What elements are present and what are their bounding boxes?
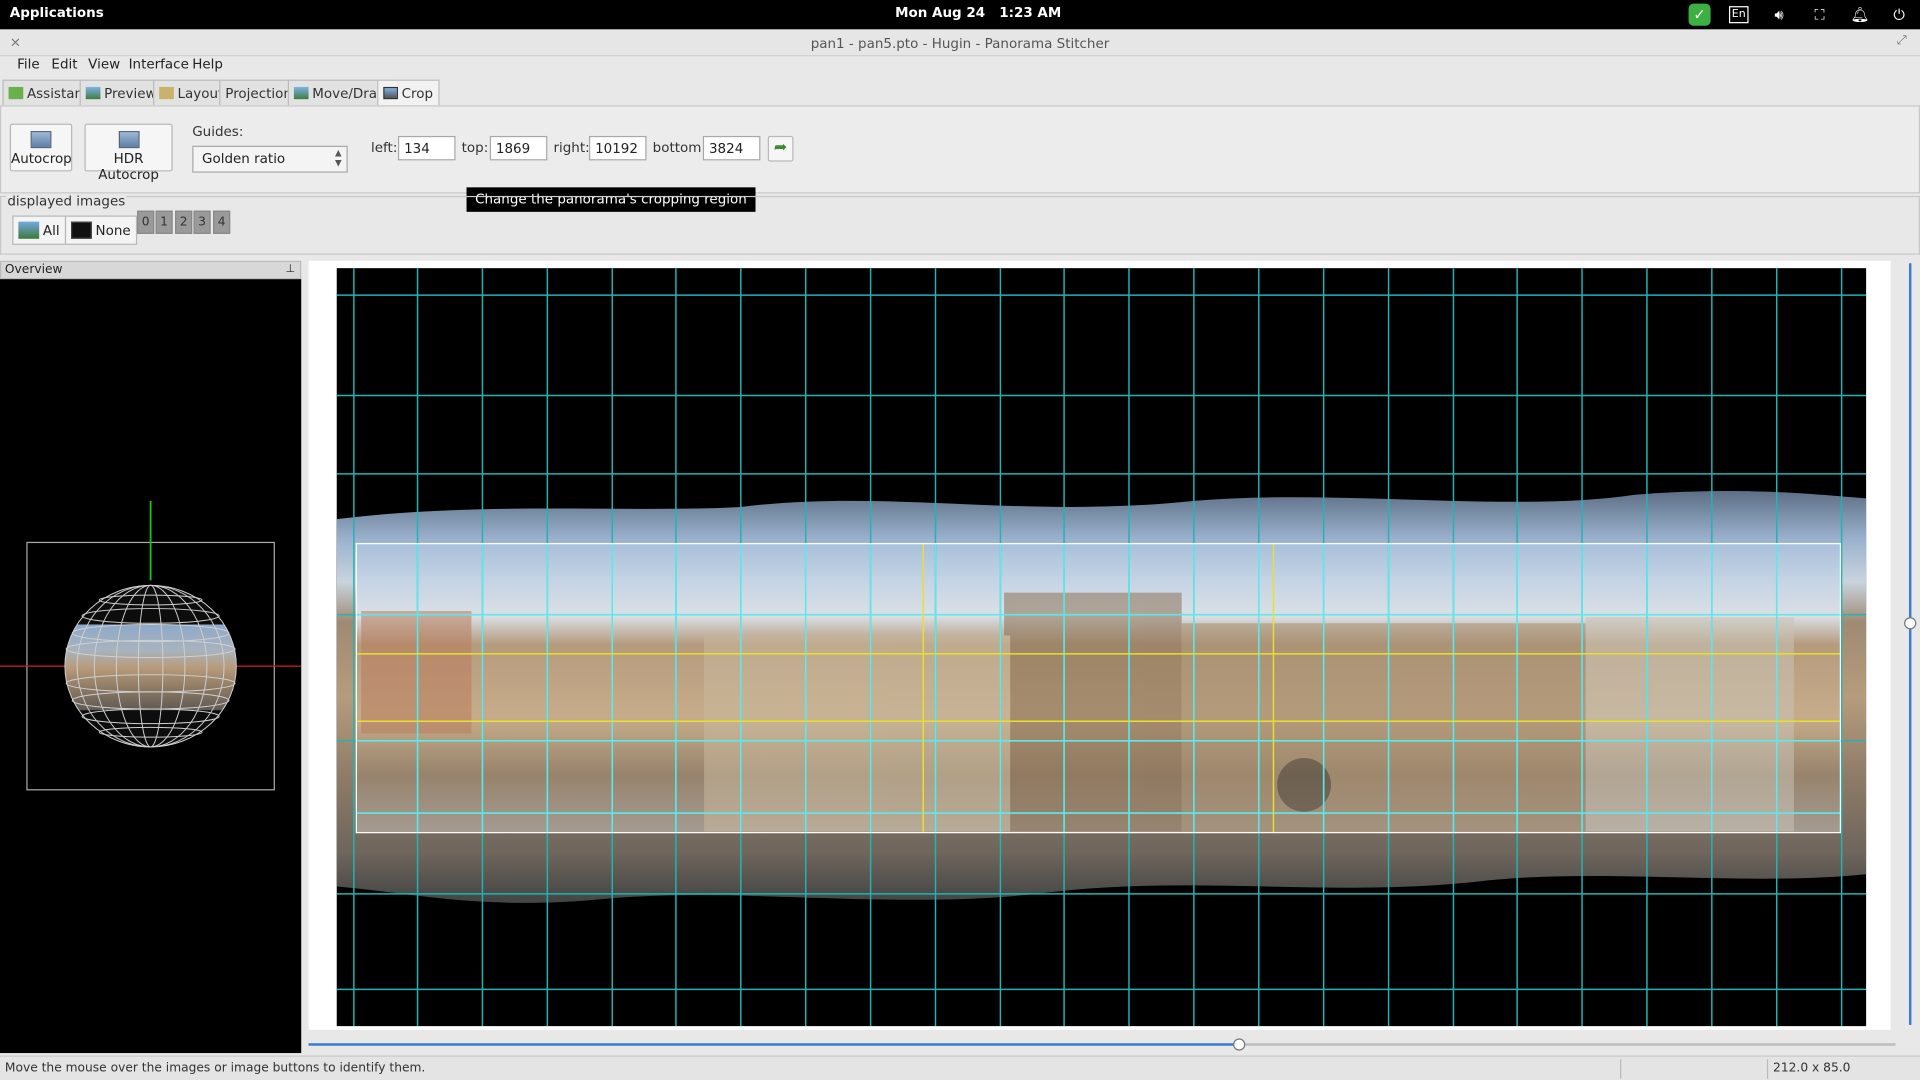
panorama-canvas[interactable] [336, 268, 1867, 1027]
layout-icon [159, 86, 174, 100]
tab-move-drag[interactable]: Move/Drag [287, 79, 392, 106]
none-label: None [95, 222, 131, 239]
status-size: 212.0 x 85.0 [1773, 1061, 1851, 1076]
no-images-icon [71, 221, 92, 239]
network-icon[interactable]: ⛶ [1809, 4, 1831, 26]
menu-file[interactable]: File [17, 56, 40, 72]
hdr-autocrop-button[interactable]: HDR Autocrop [84, 123, 173, 182]
window-title: pan1 - pan5.pto - Hugin - Panorama Stitc… [810, 35, 1110, 52]
tab-label: Move/Drag [312, 85, 386, 102]
tab-label: Preview [104, 85, 157, 102]
image-toggle-0[interactable]: 0 [137, 210, 155, 234]
tab-label: Crop [401, 85, 434, 102]
sphere-image [64, 585, 237, 747]
menu-interface[interactable]: Interface [129, 56, 189, 72]
hdr-autocrop-icon [118, 131, 139, 149]
horizontal-scroll-fill [308, 1043, 1240, 1046]
menu-help[interactable]: Help [192, 56, 223, 72]
assistant-icon [8, 86, 24, 100]
horizontal-scroll-handle[interactable] [1233, 1038, 1246, 1051]
vertical-scrollbar[interactable] [1904, 261, 1917, 1030]
displayed-images-panel: displayed images All None 0 1 2 3 4 [0, 193, 1920, 255]
all-label: All [42, 222, 60, 239]
status-bar: Move the mouse over the images or image … [0, 1055, 1920, 1080]
clock-date[interactable]: Mon Aug 24 1:23 AM [895, 5, 1061, 21]
window-title-bar: × pan1 - pan5.pto - Hugin - Panorama Sti… [0, 29, 1920, 57]
all-images-icon [18, 221, 40, 239]
hdr-autocrop-label: HDR Autocrop [98, 150, 159, 183]
right-label: right: [553, 139, 590, 156]
guides-select[interactable]: Golden ratio ▲ ▼ [192, 145, 348, 173]
applications-menu[interactable]: Applications [10, 5, 104, 21]
checkmark-badge-icon[interactable]: ✓ [1688, 3, 1711, 26]
image-toggle-3[interactable]: 3 [193, 210, 211, 234]
autocrop-label: Autocrop [11, 150, 72, 167]
top-label: top: [461, 139, 489, 156]
system-top-bar: Applications Mon Aug 24 1:23 AM ✓ En 🔊︎ … [0, 0, 1920, 30]
image-toggle-4[interactable]: 4 [213, 210, 231, 234]
maximize-icon[interactable]: ⤢ [1897, 34, 1907, 47]
vertical-scroll-track [1908, 263, 1912, 1025]
status-message: Move the mouse over the images or image … [4, 1061, 426, 1076]
autocrop-button[interactable]: Autocrop [9, 123, 73, 172]
panorama-preview[interactable] [336, 268, 1867, 1027]
tab-layout[interactable]: Layout [153, 79, 230, 106]
tab-preview[interactable]: Preview [79, 79, 163, 106]
bottom-label: bottom: [652, 139, 706, 156]
overview-header: Overview ⊥ [0, 260, 302, 280]
horizontal-scrollbar[interactable] [308, 1038, 1896, 1051]
crop-panel: Autocrop HDR Autocrop Guides: Golden rat… [0, 105, 1920, 194]
bottom-input[interactable]: 3824 [702, 135, 761, 161]
bell-icon[interactable]: 🔔︎ [1849, 4, 1871, 26]
tab-label: Projection [225, 85, 292, 102]
overview-sphere-view[interactable] [0, 279, 302, 1053]
menu-view[interactable]: View [88, 56, 120, 72]
vertical-scroll-handle[interactable] [1904, 617, 1917, 630]
image-toggle-1[interactable]: 1 [155, 210, 173, 234]
tab-bar: Assistant Preview Layout Projection Move… [0, 78, 1920, 106]
power-icon[interactable]: ⏻ [1888, 4, 1910, 26]
show-none-button[interactable]: None [64, 215, 137, 245]
move-drag-icon [293, 86, 309, 100]
tab-crop[interactable]: Crop [377, 79, 440, 106]
show-all-button[interactable]: All [12, 215, 66, 245]
menu-bar: File Edit View Interface Help [0, 56, 1920, 79]
preview-icon [85, 86, 101, 100]
spinner-arrows-icon: ▲ ▼ [335, 148, 342, 168]
right-input[interactable]: 10192 [588, 135, 647, 161]
tab-projection[interactable]: Projection [219, 79, 299, 106]
image-toggle-2[interactable]: 2 [175, 210, 193, 234]
tab-label: Layout [177, 85, 224, 102]
green-arrow-icon: ➦ [773, 138, 788, 157]
displayed-images-label: displayed images [6, 193, 127, 210]
menu-edit[interactable]: Edit [51, 56, 77, 72]
guides-label: Guides: [192, 123, 244, 140]
pin-icon[interactable]: ⊥ [285, 262, 295, 278]
overview-panel[interactable] [0, 279, 302, 1054]
left-label: left: [371, 139, 398, 156]
overview-title: Overview [4, 263, 63, 277]
keyboard-layout-icon[interactable]: En [1728, 6, 1749, 24]
top-input[interactable]: 1869 [489, 135, 548, 161]
autocrop-icon [30, 131, 52, 149]
crop-icon [383, 86, 398, 100]
left-input[interactable]: 134 [397, 135, 456, 161]
apply-crop-button[interactable]: ➦ [767, 135, 794, 162]
volume-icon[interactable]: 🔊︎ [1768, 4, 1790, 26]
guides-value: Golden ratio [202, 150, 286, 167]
